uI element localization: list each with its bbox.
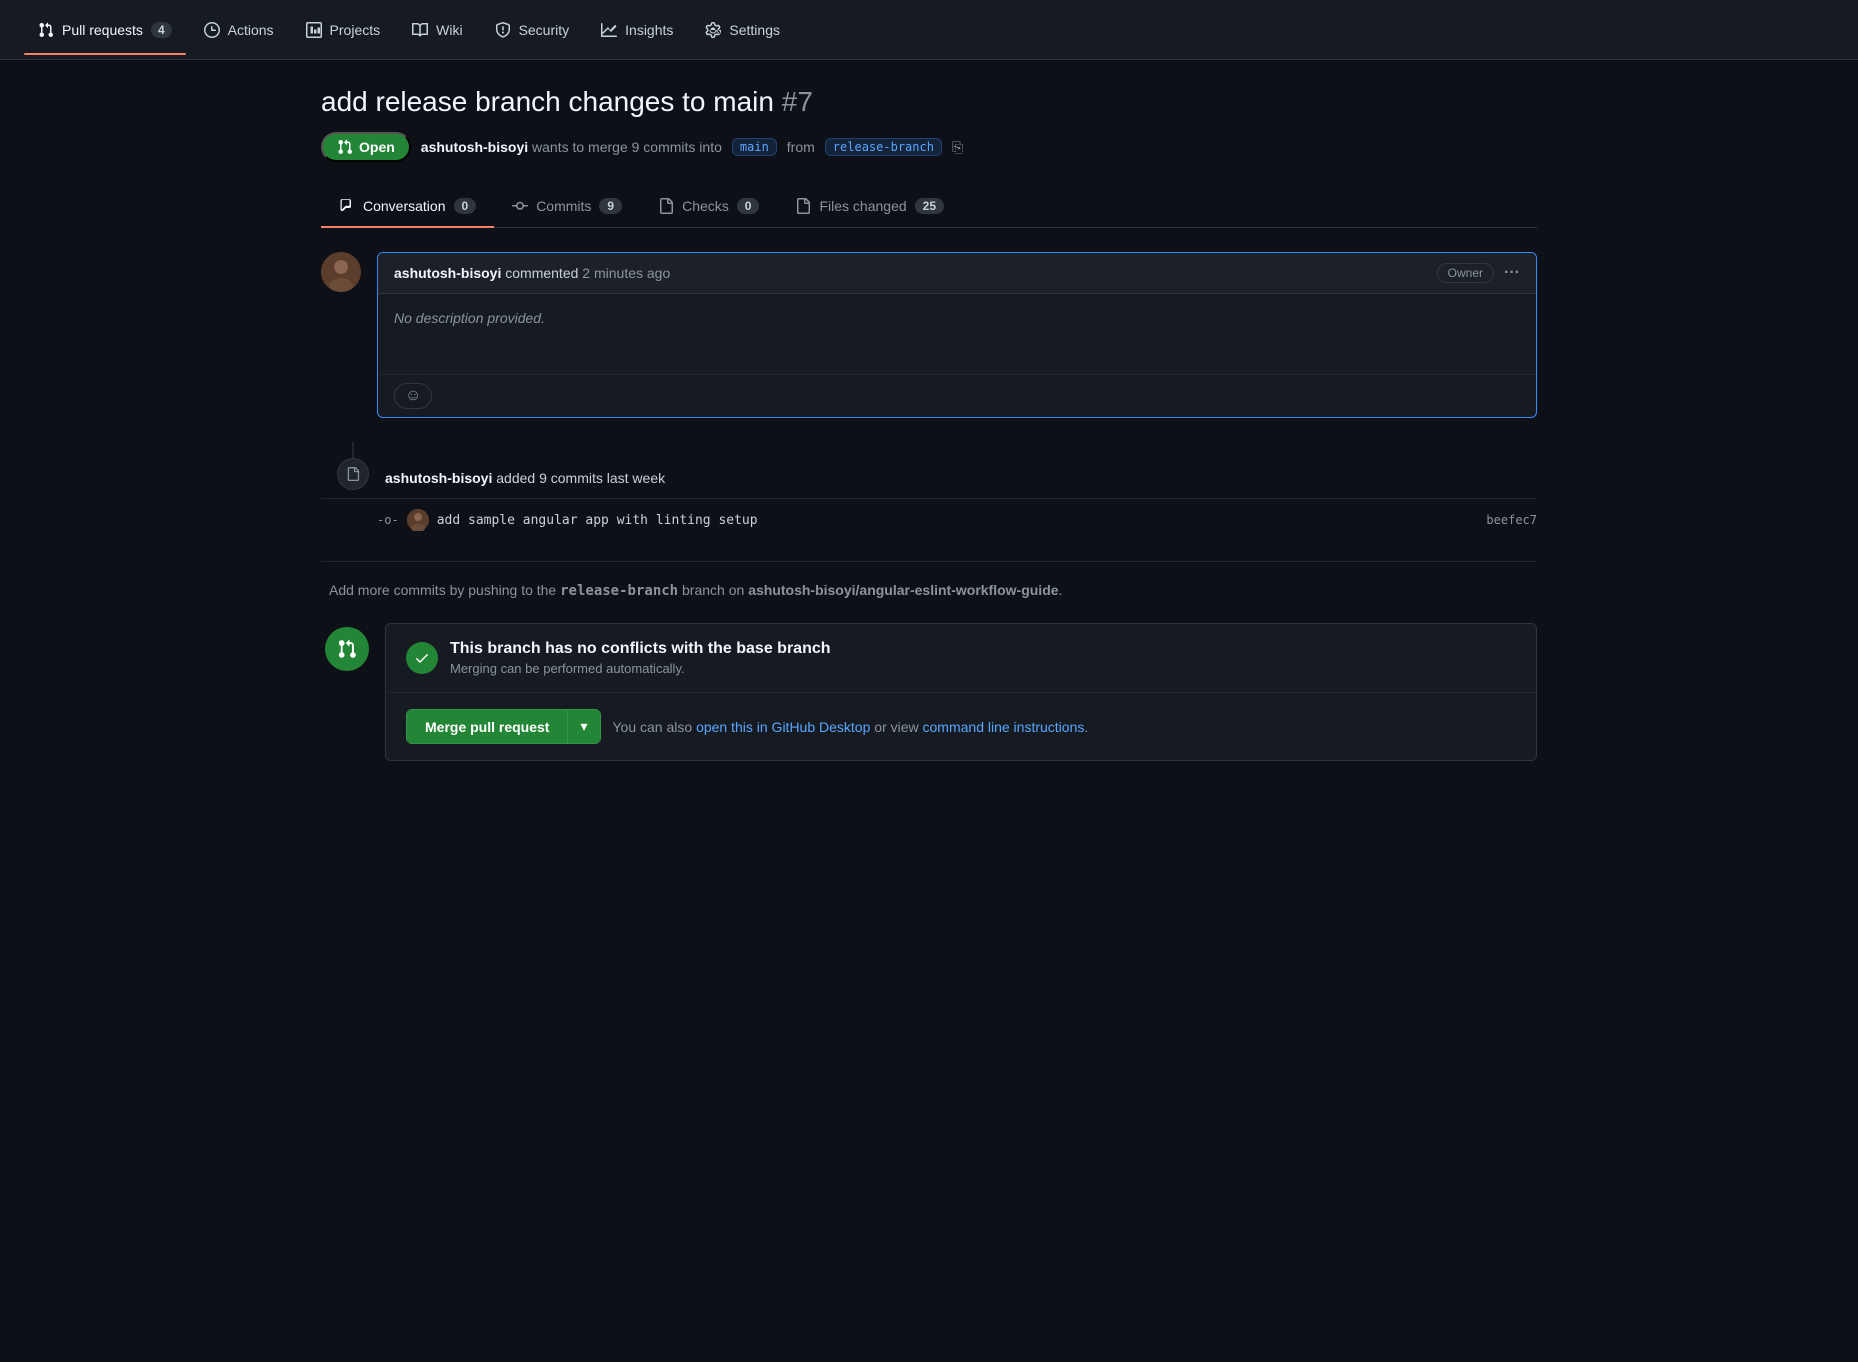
nav-wiki[interactable]: Wiki xyxy=(398,14,476,46)
merge-status-box: This branch has no conflicts with the ba… xyxy=(385,623,1537,761)
tab-files-changed-label: Files changed xyxy=(819,198,906,214)
nav-projects[interactable]: Projects xyxy=(292,14,395,46)
nav-projects-label: Projects xyxy=(330,22,381,38)
nav-settings[interactable]: Settings xyxy=(691,14,794,46)
pr-head-branch[interactable]: release-branch xyxy=(825,138,942,156)
emoji-reaction-button[interactable]: ☺ xyxy=(394,383,432,409)
commit-activity-icon xyxy=(337,458,369,490)
comment-box: ashutosh-bisoyi commented 2 minutes ago … xyxy=(377,252,1537,418)
commit-activity-text: ashutosh-bisoyi added 9 commits last wee… xyxy=(385,442,665,490)
pr-number: #7 xyxy=(782,86,813,117)
merge-status-header: This branch has no conflicts with the ba… xyxy=(386,624,1536,693)
tab-checks-count: 0 xyxy=(737,198,760,214)
commit-activity-row: ashutosh-bisoyi added 9 commits last wee… xyxy=(321,442,1537,490)
tab-commits[interactable]: Commits 9 xyxy=(494,186,640,228)
merge-git-icon xyxy=(337,639,357,659)
nav-insights[interactable]: Insights xyxy=(587,14,687,46)
nav-pull-requests[interactable]: Pull requests 4 xyxy=(24,14,186,46)
settings-icon xyxy=(705,22,721,38)
pr-tabs: Conversation 0 Commits 9 Checks 0 Files … xyxy=(321,186,1537,228)
author-avatar xyxy=(321,252,361,292)
tab-conversation-count: 0 xyxy=(454,198,477,214)
divider xyxy=(321,561,1537,562)
checks-tab-icon xyxy=(658,198,674,214)
emoji-icon: ☺ xyxy=(405,387,421,404)
nav-actions[interactable]: Actions xyxy=(190,14,288,46)
pr-from-text: from xyxy=(787,139,815,155)
main-content: add release branch changes to main #7 Op… xyxy=(289,60,1569,785)
tab-files-changed[interactable]: Files changed 25 xyxy=(777,186,962,228)
nav-actions-label: Actions xyxy=(228,22,274,38)
nav-settings-label: Settings xyxy=(729,22,780,38)
comment-action: commented xyxy=(505,265,582,281)
commits-tab-icon xyxy=(512,198,528,214)
merge-status-text: This branch has no conflicts with the ba… xyxy=(450,640,831,676)
commit-sha: beefec7 xyxy=(1486,513,1537,527)
merge-area: This branch has no conflicts with the ba… xyxy=(321,623,1537,761)
tab-commits-label: Commits xyxy=(536,198,591,214)
tab-files-changed-count: 25 xyxy=(915,198,944,214)
security-icon xyxy=(495,22,511,38)
comment-footer: ☺ xyxy=(378,374,1536,417)
open-pr-icon xyxy=(337,139,353,155)
projects-icon xyxy=(306,22,322,38)
merge-btn-group: Merge pull request ▾ xyxy=(406,709,601,744)
commit-branch-icon: -o- xyxy=(377,513,399,527)
top-nav: Pull requests 4 Actions Projects Wiki xyxy=(0,0,1858,60)
pr-title: add release branch changes to main #7 xyxy=(321,84,1537,120)
actions-icon xyxy=(204,22,220,38)
pr-author: ashutosh-bisoyi xyxy=(421,139,528,155)
merge-pull-request-button[interactable]: Merge pull request xyxy=(406,709,567,744)
commit-row: -o- add sample angular app with linting … xyxy=(321,498,1537,541)
nav-security-label: Security xyxy=(519,22,570,38)
comment-body-text: No description provided. xyxy=(394,310,545,326)
insights-icon xyxy=(601,22,617,38)
copy-branch-icon[interactable]: ⎘ xyxy=(952,139,963,156)
tab-conversation-label: Conversation xyxy=(363,198,446,214)
tab-conversation[interactable]: Conversation 0 xyxy=(321,186,494,228)
pr-meta-text: ashutosh-bisoyi wants to merge 9 commits… xyxy=(421,139,722,155)
comment-body: No description provided. xyxy=(378,294,1536,374)
pr-meta: Open ashutosh-bisoyi wants to merge 9 co… xyxy=(321,132,1537,162)
merge-status-subtitle: Merging can be performed automatically. xyxy=(450,661,831,676)
pr-title-text: add release branch changes to main xyxy=(321,86,774,117)
comment-header: ashutosh-bisoyi commented 2 minutes ago … xyxy=(378,253,1536,294)
comment-author-info: ashutosh-bisoyi commented 2 minutes ago xyxy=(394,265,670,281)
pull-request-icon xyxy=(38,22,54,38)
nav-pull-requests-label: Pull requests xyxy=(62,22,143,38)
comment-header-right: Owner ··· xyxy=(1437,263,1520,283)
tab-checks-label: Checks xyxy=(682,198,729,214)
push-info: Add more commits by pushing to the relea… xyxy=(321,582,1537,599)
comment-time: 2 minutes ago xyxy=(582,265,670,281)
author-avatar-img xyxy=(321,252,361,292)
conversation-area: ashutosh-bisoyi commented 2 minutes ago … xyxy=(321,252,1537,418)
comment-username[interactable]: ashutosh-bisoyi xyxy=(394,265,501,281)
tab-checks[interactable]: Checks 0 xyxy=(640,186,777,228)
pr-meta-action: wants to merge 9 commits into xyxy=(532,139,722,155)
merge-status-title: This branch has no conflicts with the ba… xyxy=(450,640,831,658)
nav-insights-label: Insights xyxy=(625,22,673,38)
commit-message: add sample angular app with linting setu… xyxy=(437,513,1479,528)
merge-actions: Merge pull request ▾ You can also open t… xyxy=(386,693,1536,760)
nav-wiki-label: Wiki xyxy=(436,22,462,38)
pull-requests-badge: 4 xyxy=(151,22,172,38)
commit-author-mini-avatar xyxy=(407,509,429,531)
pr-status-label: Open xyxy=(359,139,395,155)
merge-check-icon xyxy=(406,642,438,674)
pr-status-badge[interactable]: Open xyxy=(321,132,411,162)
merge-icon-box xyxy=(325,627,369,671)
files-changed-tab-icon xyxy=(795,198,811,214)
conversation-tab-icon xyxy=(339,198,355,214)
wiki-icon xyxy=(412,22,428,38)
merge-also-text: You can also open this in GitHub Desktop… xyxy=(613,719,1089,735)
comment-more-button[interactable]: ··· xyxy=(1504,264,1520,282)
pr-base-branch[interactable]: main xyxy=(732,138,777,156)
avatar-svg xyxy=(321,252,361,292)
owner-badge: Owner xyxy=(1437,263,1494,283)
nav-security[interactable]: Security xyxy=(481,14,584,46)
tab-commits-count: 9 xyxy=(599,198,622,214)
merge-dropdown-button[interactable]: ▾ xyxy=(567,709,600,744)
